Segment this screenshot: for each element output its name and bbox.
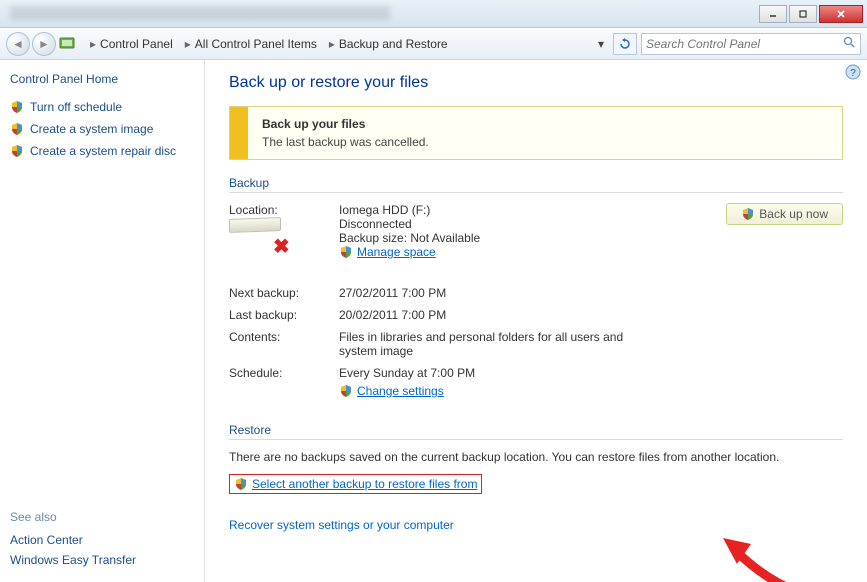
next-backup-label: Next backup:: [229, 286, 339, 300]
shield-icon: [741, 207, 755, 221]
window-titlebar: [0, 0, 867, 28]
schedule-label: Schedule:: [229, 366, 339, 380]
sidebar-action-center[interactable]: Action Center: [10, 530, 194, 550]
schedule-value: Every Sunday at 7:00 PM: [339, 366, 843, 380]
notice-box: Back up your files The last backup was c…: [229, 106, 843, 160]
notice-text: The last backup was cancelled.: [262, 135, 429, 149]
maximize-button[interactable]: [789, 5, 817, 23]
restore-text: There are no backups saved on the curren…: [229, 450, 843, 464]
sidebar-home[interactable]: Control Panel Home: [10, 72, 194, 86]
error-x-icon: ✖: [273, 234, 293, 254]
back-up-now-button[interactable]: Back up now: [726, 203, 843, 225]
annotation-arrow: [715, 530, 835, 582]
shield-icon: [339, 384, 353, 398]
restore-section-head: Restore: [229, 423, 843, 440]
sidebar-windows-easy-transfer[interactable]: Windows Easy Transfer: [10, 550, 194, 570]
shield-icon: [10, 122, 24, 136]
drive-icon: ✖: [229, 218, 289, 250]
location-name: Iomega HDD (F:): [339, 203, 726, 217]
backup-section-head: Backup: [229, 176, 843, 193]
shield-icon: [10, 100, 24, 114]
search-input[interactable]: [646, 37, 843, 51]
navigation-bar: ◄ ► ▸Control Panel ▸All Control Panel It…: [0, 28, 867, 60]
see-also-heading: See also: [10, 510, 194, 524]
back-button[interactable]: ◄: [6, 32, 30, 56]
breadcrumb-item[interactable]: ▸Backup and Restore: [321, 37, 452, 51]
breadcrumb-item[interactable]: ▸Control Panel: [82, 37, 177, 51]
select-another-backup-link[interactable]: Select another backup to restore files f…: [252, 477, 477, 491]
shield-icon: [10, 144, 24, 158]
notice-title: Back up your files: [262, 117, 365, 131]
manage-space-link[interactable]: Manage space: [357, 245, 436, 259]
breadcrumb-dropdown[interactable]: ▾: [593, 37, 609, 51]
shield-icon: [339, 245, 353, 259]
sidebar-create-system-image[interactable]: Create a system image: [10, 118, 194, 140]
contents-label: Contents:: [229, 330, 339, 344]
location-size: Backup size: Not Available: [339, 231, 726, 245]
sidebar: Control Panel Home Turn off schedule Cre…: [0, 60, 205, 582]
title-blur: [10, 6, 390, 20]
control-panel-icon: [58, 35, 76, 53]
page-title: Back up or restore your files: [229, 74, 843, 92]
forward-button[interactable]: ►: [32, 32, 56, 56]
sidebar-create-repair-disc[interactable]: Create a system repair disc: [10, 140, 194, 162]
notice-bar: [230, 107, 248, 159]
change-settings-link[interactable]: Change settings: [357, 384, 444, 398]
search-box[interactable]: [641, 33, 861, 55]
search-icon: [843, 36, 856, 52]
minimize-button[interactable]: [759, 5, 787, 23]
last-backup-label: Last backup:: [229, 308, 339, 322]
sidebar-turn-off-schedule[interactable]: Turn off schedule: [10, 96, 194, 118]
recover-system-link[interactable]: Recover system settings or your computer: [229, 518, 454, 532]
contents-value: Files in libraries and personal folders …: [339, 330, 639, 358]
content-area: Back up or restore your files Back up yo…: [205, 60, 867, 582]
last-backup-value: 20/02/2011 7:00 PM: [339, 308, 843, 322]
shield-icon: [234, 477, 248, 491]
breadcrumb-item[interactable]: ▸All Control Panel Items: [177, 37, 321, 51]
location-status: Disconnected: [339, 217, 726, 231]
close-button[interactable]: [819, 5, 863, 23]
refresh-button[interactable]: [613, 33, 637, 55]
next-backup-value: 27/02/2011 7:00 PM: [339, 286, 843, 300]
